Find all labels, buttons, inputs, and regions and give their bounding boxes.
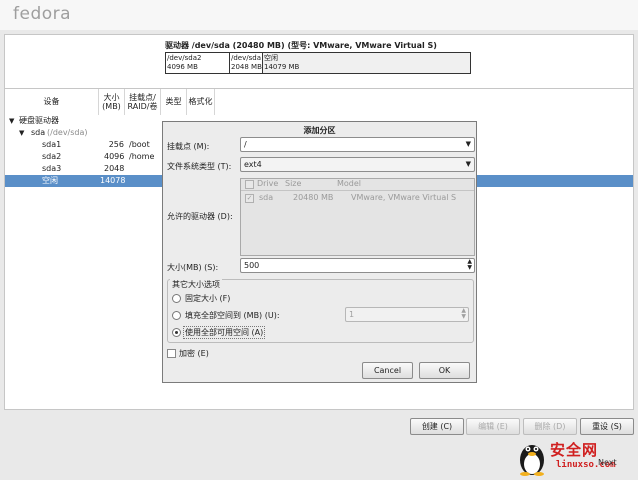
dialog-title: 添加分区 — [303, 126, 336, 135]
size-spinner[interactable]: 500 ▲ ▼ — [240, 258, 475, 273]
next-button[interactable]: Next — [598, 458, 617, 467]
col-type[interactable]: 类型 — [161, 89, 187, 115]
edit-button[interactable]: 编辑 (E) — [466, 418, 520, 435]
other-size-options-group: 其它大小选项 固定大小 (F) 填充全部空间到 (MB) (U): 1 ▲ ▼ 使… — [167, 279, 474, 343]
col-mount[interactable]: 挂载点/ RAID/卷 — [125, 89, 161, 115]
drives-header: Drive Size Model — [241, 179, 474, 191]
mount-label: 挂载点 (M): — [167, 142, 210, 151]
encrypt-label: 加密 (E) — [179, 349, 209, 358]
spinner-arrows-icon[interactable]: ▲ ▼ — [467, 259, 472, 271]
disk-partition-bar: /dev/sda2 4096 MB /dev/sda 2048 MB 空闲 14… — [165, 52, 471, 74]
create-button[interactable]: 创建 (C) — [410, 418, 464, 435]
fill-upto-spinner[interactable]: 1 ▲ ▼ — [345, 307, 469, 322]
col-size[interactable]: 大小 (MB) — [99, 89, 125, 115]
expand-arrow-icon[interactable]: ▼ — [19, 127, 24, 139]
reset-button[interactable]: 重设 (S) — [580, 418, 634, 435]
size-label: 大小(MB) (S): — [167, 263, 219, 272]
disk-segment-free[interactable]: 空闲 14079 MB — [263, 53, 470, 73]
disk-title: 驱动器 /dev/sda (20480 MB) (型号: VMware, VMw… — [165, 41, 437, 50]
header-bar: fedora — [0, 0, 638, 30]
delete-button[interactable]: 删除 (D) — [523, 418, 577, 435]
fixed-size-radio[interactable] — [172, 294, 181, 303]
expand-arrow-icon[interactable]: ▼ — [9, 115, 14, 127]
drives-list[interactable]: Drive Size Model ✓ sda 20480 MB VMware, … — [240, 178, 475, 256]
drive-checkbox[interactable]: ✓ — [245, 194, 254, 203]
col-device[interactable]: 设备 — [5, 89, 99, 115]
drive-row[interactable]: ✓ sda 20480 MB VMware, VMware Virtual S — [241, 193, 474, 205]
fedora-logo: fedora — [13, 4, 72, 24]
add-partition-dialog: 添加分区 挂载点 (M): / ▼ 文件系统类型 (T): ext4 ▼ 允许的… — [162, 121, 477, 383]
disk-segment[interactable]: /dev/sda 2048 MB — [230, 53, 263, 73]
other-size-options-label: 其它大小选项 — [170, 279, 222, 290]
watermark: 安全网 linuxso.com — [512, 436, 636, 478]
spinner-arrows-icon[interactable]: ▲ ▼ — [461, 308, 466, 320]
mount-point-combo[interactable]: / ▼ — [240, 137, 475, 152]
drives-label: 允许的驱动器 (D): — [167, 212, 233, 221]
disk-segment[interactable]: /dev/sda2 4096 MB — [166, 53, 230, 73]
dropdown-arrow-icon[interactable]: ▼ — [466, 158, 471, 171]
tree-header: 设备 大小 (MB) 挂载点/ RAID/卷 类型 格式化 — [5, 89, 633, 115]
fill-max-radio[interactable] — [172, 328, 181, 337]
penguin-logo-icon — [520, 445, 544, 476]
fill-upto-radio[interactable] — [172, 311, 181, 320]
dropdown-arrow-icon[interactable]: ▼ — [466, 138, 471, 151]
col-format[interactable]: 格式化 — [187, 89, 215, 115]
cancel-button[interactable]: Cancel — [362, 362, 413, 379]
ok-button[interactable]: OK — [419, 362, 470, 379]
encrypt-checkbox[interactable] — [167, 349, 176, 358]
select-all-checkbox[interactable] — [245, 180, 254, 189]
fstype-select[interactable]: ext4 ▼ — [240, 157, 475, 172]
fstype-label: 文件系统类型 (T): — [167, 162, 232, 171]
